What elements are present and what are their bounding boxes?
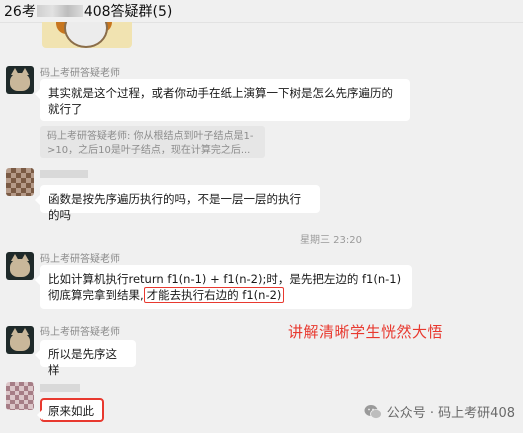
wechat-icon	[364, 404, 382, 419]
annotation-text: 讲解清晰学生恍然大悟	[288, 323, 444, 341]
sender-name: 码上考研答疑老师	[40, 68, 120, 79]
message-bubble[interactable]: 函数是按先序遍历执行的吗，不是一层一层的执行的吗	[35, 185, 320, 222]
message-bubble[interactable]: 原来如此	[37, 398, 104, 422]
watermark-text: 公众号 · 码上考研408	[386, 406, 515, 421]
timestamp: 星期三 23:20	[300, 235, 362, 246]
redacted-sender-name	[40, 170, 88, 178]
sender-name: 码上考研答疑老师	[40, 254, 120, 265]
teacher-avatar[interactable]	[6, 326, 34, 354]
teacher-avatar[interactable]	[6, 66, 34, 94]
message-bubble[interactable]: 其实就是这个过程，或者你动手在纸上演算一下树是怎么先序遍历的就行了	[35, 79, 410, 121]
message-bubble[interactable]: 比如计算机执行return f1(n-1) + f1(n-2);时，是先把左边的…	[35, 265, 412, 309]
quoted-message[interactable]: 码上考研答疑老师: 你从根结点到叶子结点是1->10，之后10是叶子结点，现在计…	[40, 126, 265, 158]
chat-title-prefix: 26考	[4, 4, 36, 20]
chat-title-suffix: 408答疑群(5)	[83, 4, 173, 20]
student-avatar[interactable]	[6, 168, 34, 196]
teacher-avatar[interactable]	[6, 252, 34, 280]
student-avatar[interactable]	[6, 382, 34, 410]
sticker-image[interactable]	[42, 22, 132, 48]
redacted-title-part	[36, 5, 83, 17]
chat-title[interactable]: 26考 408答疑群(5)	[4, 1, 172, 21]
highlighted-text: 才能去执行右边的 f1(n-2)	[143, 287, 285, 303]
sender-name: 码上考研答疑老师	[40, 327, 120, 338]
chat-header: 26考 408答疑群(5)	[0, 0, 523, 23]
message-bubble[interactable]: 所以是先序这样	[35, 340, 136, 377]
redacted-sender-name	[40, 384, 80, 392]
watermark: 公众号 · 码上考研408	[364, 402, 515, 421]
